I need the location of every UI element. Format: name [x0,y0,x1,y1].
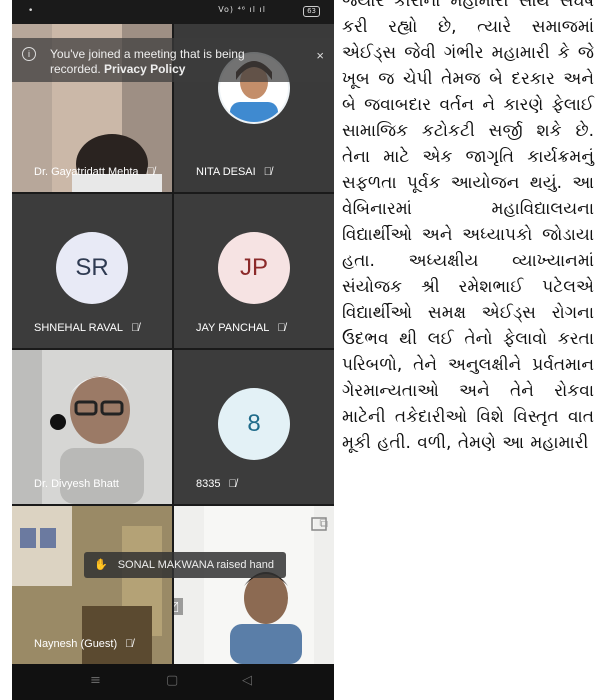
participant-label: SHNEHAL RAVAL 🎙̸ [34,322,139,334]
menu-icon[interactable]: ≡ [90,673,101,688]
participant-name: JAY PANCHAL [196,322,270,334]
status-dot: • [28,6,34,16]
participant-name: Naynesh (Guest) [34,638,118,650]
avatar: JP [218,231,290,304]
participant-label: Dr. Gayatridatt Mehta 🎙̸ [34,166,155,178]
meeting-screenshot: • Vo) ⁴⁶ ıl ıl 63 Dr. Gayatridatt Mehta 🎙… [12,0,334,700]
mic-muted-icon: 🎙̸ [146,166,155,178]
avatar: SR [56,231,128,304]
avatar-initials: JP [239,253,268,281]
participant-label: 8335 🎙̸ [196,478,237,490]
banner-message: You've joined a meeting that is being re… [50,47,290,77]
mic-muted-icon: 🎙̸ [228,478,237,490]
participant-tile-7[interactable]: Naynesh (Guest) 🎙̸ [12,506,172,664]
participant-name: SHNEHAL RAVAL [34,322,124,334]
raised-hand-text: SONAL MAKWANA raised hand [117,559,275,571]
privacy-policy-link[interactable]: Privacy Policy [104,62,185,76]
participant-tile-4[interactable]: JP JAY PANCHAL 🎙̸ [174,194,334,348]
participant-label: JAY PANCHAL 🎙̸ [196,322,286,334]
raised-hand-notification: ✋ SONAL MAKWANA raised hand [84,552,286,578]
info-icon: i [22,47,36,61]
article-paragraph: જ્યારે કોરોના મહામારી સાથે સંઘર્ષ કરી રહ… [342,0,594,453]
participant-tile-8[interactable]: ⧉ 🎙̸ [174,506,334,664]
status-bar: • Vo) ⁴⁶ ıl ıl 63 [12,0,334,24]
participant-tile-3[interactable]: SR SHNEHAL RAVAL 🎙̸ [12,194,172,348]
battery-icon: 63 [303,6,320,17]
close-icon[interactable]: × [316,48,324,63]
back-icon[interactable]: ◁ [242,673,252,688]
participant-tile-6[interactable]: 8 8335 🎙̸ [174,350,334,504]
network-signal-icon: Vo) ⁴⁶ ıl ıl [218,5,266,14]
avatar: 8 [218,387,290,460]
participant-name: 8335 [196,478,221,490]
video-feed [174,506,334,664]
mic-muted-icon: 🎙̸ [174,598,183,615]
recording-banner: i You've joined a meeting that is being … [12,38,334,82]
navigation-bar: ≡ ▢ ◁ [12,664,334,700]
raised-hand-icon: ✋ [94,559,108,571]
mic-muted-icon: 🎙̸ [277,322,286,334]
home-icon[interactable]: ▢ [166,673,178,688]
mic-muted-icon: 🎙̸ [131,322,140,334]
article-text: જ્યારે કોરોના મહામારી સાથે સંઘર્ષ કરી રહ… [342,0,594,456]
participant-label: Naynesh (Guest) 🎙̸ [34,638,133,650]
participant-name: Dr. Gayatridatt Mehta [34,166,139,178]
participant-name: NITA DESAI [196,166,256,178]
participant-name: Dr. Divyesh Bhatt [34,478,119,490]
avatar-initials: 8 [247,409,261,437]
mic-muted-icon: 🎙̸ [125,638,134,650]
participant-tile-5[interactable]: Dr. Divyesh Bhatt [12,350,172,504]
camera-switch-icon[interactable]: ⧉ [319,516,328,531]
avatar-initials: SR [75,253,109,281]
participant-label: NITA DESAI 🎙̸ [196,166,272,178]
mic-muted-icon: 🎙̸ [263,166,272,178]
participant-label: Dr. Divyesh Bhatt [34,478,119,490]
